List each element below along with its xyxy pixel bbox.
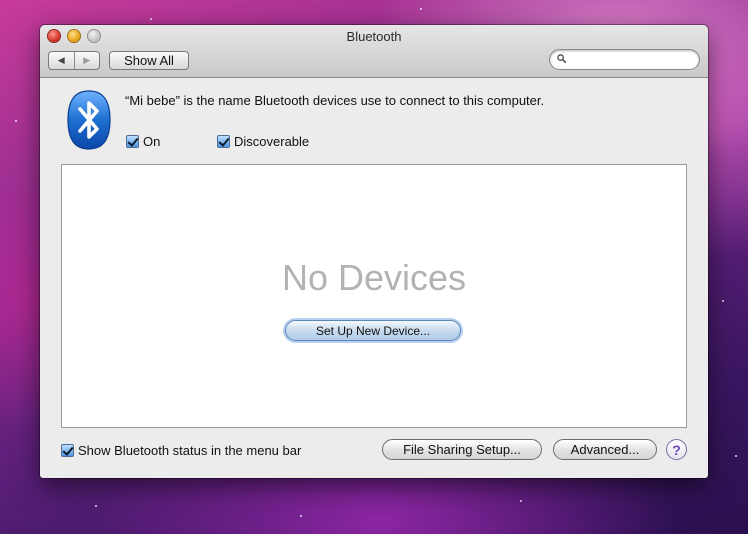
bluetooth-icon [67,90,111,150]
forward-arrow-icon[interactable]: ▶ [73,52,100,69]
on-label: On [143,134,161,149]
star [722,300,724,302]
show-all-button[interactable]: Show All [109,51,189,70]
back-arrow-icon[interactable]: ◀ [49,52,74,69]
bluetooth-name-description: “Mi bebe” is the name Bluetooth devices … [125,93,545,108]
minimize-icon[interactable] [68,30,80,42]
advanced-button[interactable]: Advanced... [553,439,657,460]
window-title: Bluetooth [346,29,402,44]
zoom-icon[interactable] [88,30,100,42]
star [300,515,302,517]
on-checkbox[interactable] [126,135,139,148]
discoverable-checkbox-row[interactable]: Discoverable [217,134,309,149]
star [15,120,17,122]
menu-bar-status-checkbox[interactable] [61,444,74,457]
back-forward-control: ◀ ▶ [48,51,100,70]
window-toolbar: Bluetooth ◀ ▶ Show All [40,25,708,78]
bluetooth-preferences-window: Bluetooth ◀ ▶ Show All “Mi bebe” is the … [40,25,708,478]
empty-list-message: No Devices [281,257,467,298]
close-icon[interactable] [48,30,60,42]
search-input[interactable] [572,52,696,68]
on-checkbox-row[interactable]: On [126,134,160,149]
search-icon [557,54,566,63]
star [520,500,522,502]
set-up-new-device-button[interactable]: Set Up New Device... [285,320,461,341]
menu-bar-status-label: Show Bluetooth status in the menu bar [78,443,302,458]
device-list: No Devices Set Up New Device... [61,164,687,428]
star [95,505,97,507]
star [150,18,152,20]
search-field[interactable] [549,49,700,70]
desktop-background: Bluetooth ◀ ▶ Show All “Mi bebe” is the … [0,0,748,534]
discoverable-checkbox[interactable] [217,135,230,148]
file-sharing-setup-button[interactable]: File Sharing Setup... [382,439,542,460]
help-icon[interactable]: ? [666,439,687,460]
discoverable-label: Discoverable [234,134,310,149]
star [420,8,422,10]
menu-bar-status-checkbox-row[interactable]: Show Bluetooth status in the menu bar [61,443,301,458]
star [735,455,737,457]
